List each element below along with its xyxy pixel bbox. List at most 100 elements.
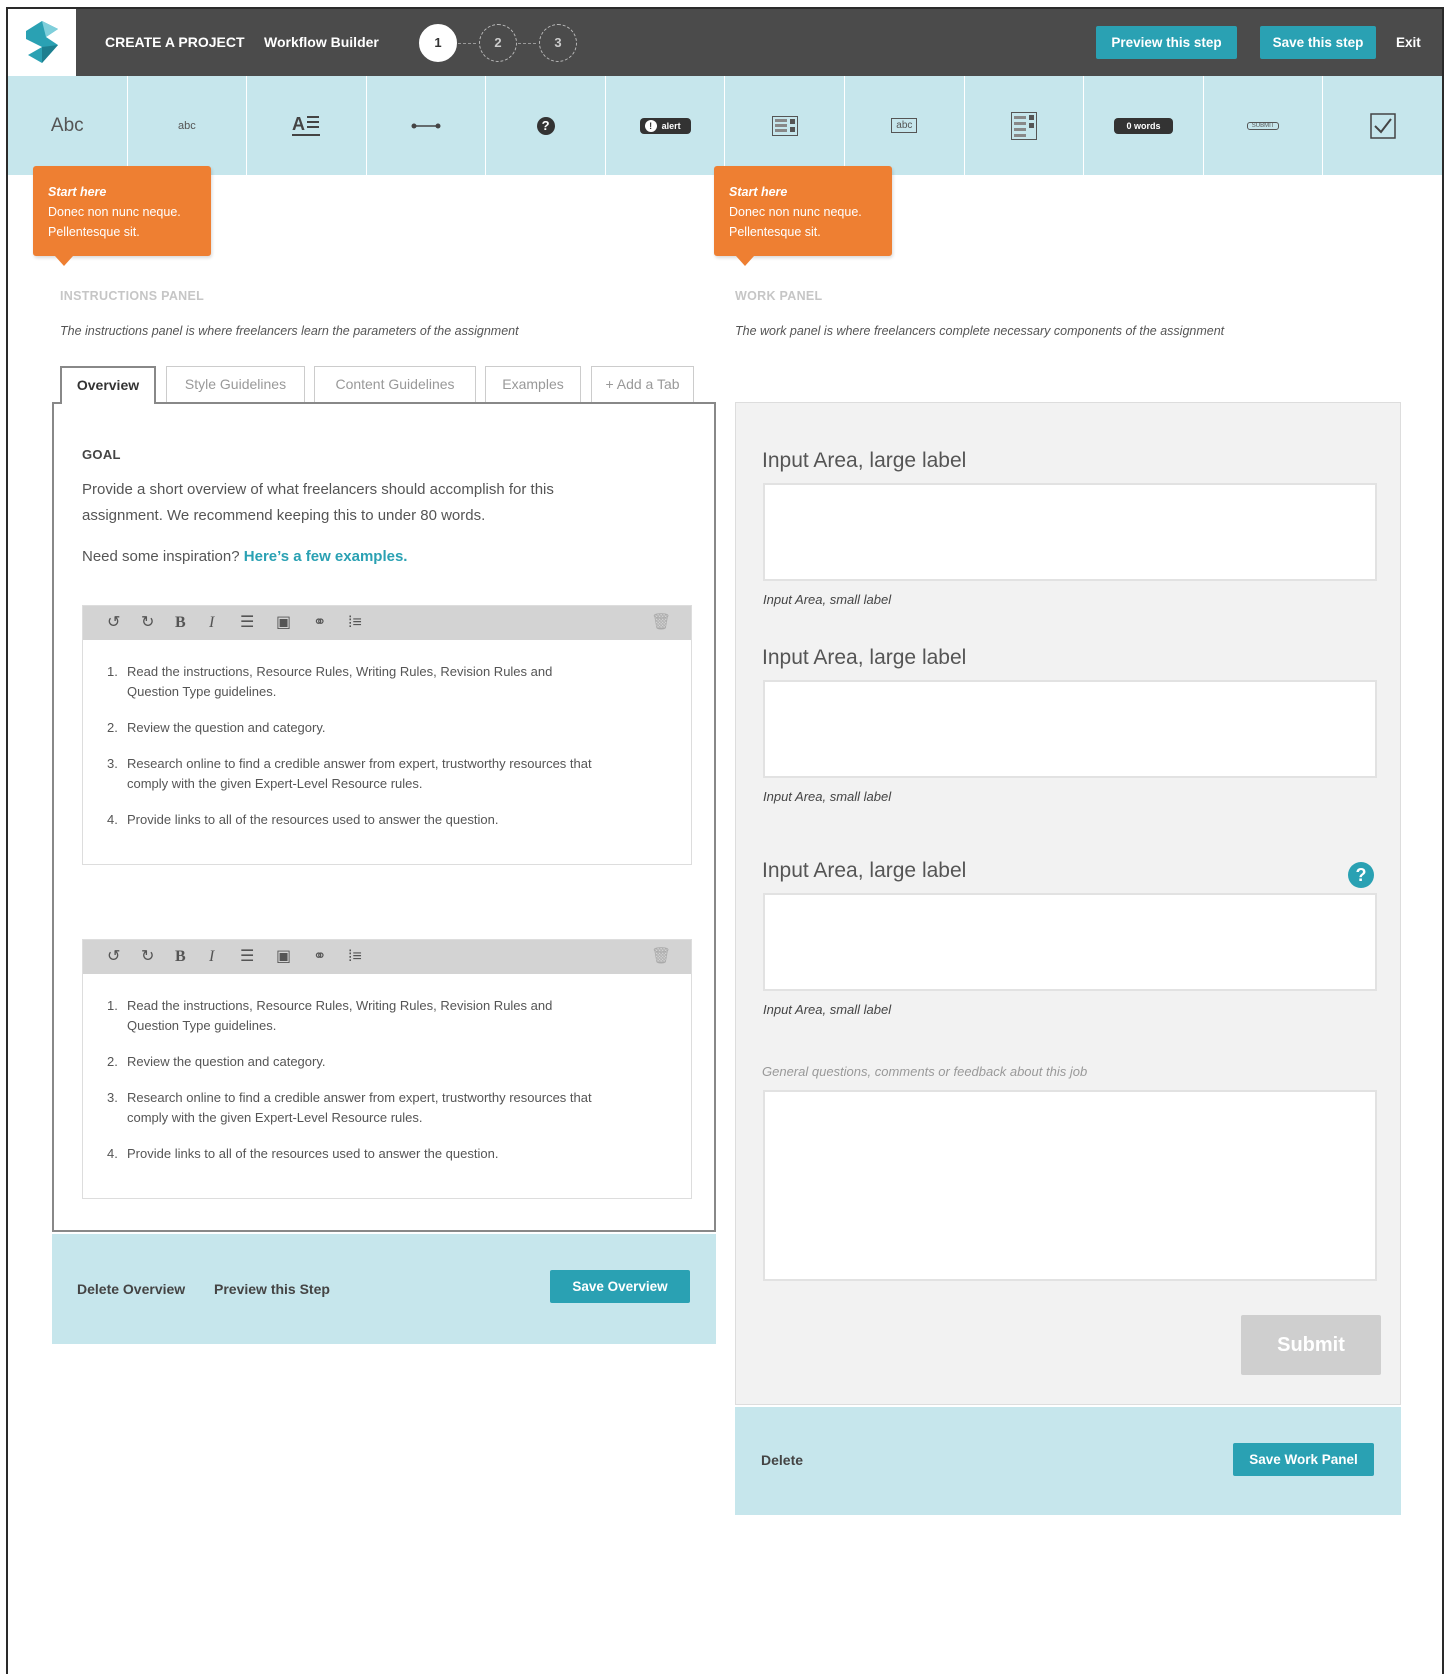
tool-form-columns[interactable] [965,76,1085,175]
app-frame: CREATE A PROJECT Workflow Builder 1 2 3 … [6,7,1444,1674]
rich-text-editor[interactable]: ↺ ↻ B I ☰ ▣ ⚭ ⁞≡ 🗑 1. Read the instructio… [82,939,692,1199]
heading-text-icon: Abc [50,114,84,136]
input-small-label: Input Area, small label [763,789,892,804]
tool-form-grid[interactable] [725,76,846,175]
link-icon[interactable]: ⚭ [313,606,326,640]
tool-paragraph-text[interactable]: A [247,76,367,175]
preview-step-link[interactable]: Preview this Step [214,1281,330,1297]
input-area[interactable] [763,483,1377,581]
bullet-list-icon[interactable]: ☰ [240,606,254,640]
help-icon: ? [536,116,555,135]
tool-heading-text[interactable]: Abc [8,76,128,175]
callout-line: Donec non nunc neque. [729,205,862,219]
bold-icon[interactable]: B [175,940,186,974]
undo-icon[interactable]: ↺ [107,606,120,640]
alert-icon-label: alert [661,120,681,131]
component-toolbar: Abc abc A ? ! alert abc 0 words SUBMIT [8,76,1442,175]
instructions-panel-label: INSTRUCTIONS PANEL [60,289,205,303]
tab-style-guidelines[interactable]: Style Guidelines [166,366,305,402]
editor-content-list: 1. Read the instructions, Resource Rules,… [83,640,691,830]
callout-title: Start here [48,185,107,199]
editor-toolbar: ↺ ↻ B I ☰ ▣ ⚭ ⁞≡ 🗑 [83,940,691,974]
tab-add-tab[interactable]: + Add a Tab [591,366,694,402]
tool-word-count[interactable]: 0 words [1084,76,1204,175]
callout-line: Donec non nunc neque. [48,205,181,219]
numbered-list-icon[interactable]: ⁞≡ [348,606,362,640]
step-3[interactable]: 3 [539,24,577,62]
bullet-list-icon[interactable]: ☰ [240,940,254,974]
tool-divider[interactable] [367,76,487,175]
submit-button[interactable]: Submit [1241,1315,1381,1375]
start-here-callout-instructions: Start here Donec non nunc neque. Pellent… [33,166,211,266]
bold-icon[interactable]: B [175,606,186,640]
tab-content-guidelines[interactable]: Content Guidelines [314,366,476,402]
exit-link[interactable]: Exit [1396,26,1421,59]
help-icon[interactable]: ? [1348,862,1374,888]
step-connector [518,43,536,44]
tab-overview[interactable]: Overview [60,366,156,404]
numbered-list-icon[interactable]: ⁞≡ [348,940,362,974]
list-item: 2. Review the question and category. [107,720,326,735]
list-item: 1. Read the instructions, Resource Rules,… [107,998,553,1033]
alert-icon: ! alert [639,117,691,134]
tool-alert[interactable]: ! alert [606,76,726,175]
list-item: 4. Provide links to all of the resources … [107,1146,499,1161]
link-icon[interactable]: ⚭ [313,940,326,974]
image-icon[interactable]: ▣ [276,606,291,640]
work-panel-description: The work panel is where freelancers comp… [735,324,1225,338]
project-title: CREATE A PROJECT [105,34,245,50]
inspiration-prefix: Need some inspiration? [82,548,244,565]
logo-icon [26,21,58,63]
save-work-panel-button[interactable]: Save Work Panel [1233,1443,1374,1476]
preview-step-button[interactable]: Preview this step [1096,26,1237,59]
tool-checkbox[interactable] [1323,76,1442,175]
step-1[interactable]: 1 [419,24,457,62]
tab-examples[interactable]: Examples [485,366,581,402]
tool-help[interactable]: ? [486,76,606,175]
examples-link[interactable]: Here’s a few examples. [244,548,408,565]
save-step-button[interactable]: Save this step [1260,26,1376,59]
work-footer: Delete Save Work Panel [735,1407,1401,1515]
list-item: 3. Research online to find a credible ans… [107,1090,592,1125]
logo[interactable] [8,9,76,76]
trash-icon[interactable]: 🗑 [651,940,671,974]
instructions-panel: GOAL Provide a short overview of what fr… [52,402,716,1232]
input-area[interactable] [763,680,1377,778]
delete-overview-link[interactable]: Delete Overview [77,1281,185,1297]
step-2[interactable]: 2 [479,24,517,62]
text-input-icon: abc [891,118,918,133]
rich-text-editor[interactable]: ↺ ↻ B I ☰ ▣ ⚭ ⁞≡ 🗑 1. Read the instructio… [82,605,692,865]
work-panel-label: WORK PANEL [735,289,823,303]
checkbox-icon [1369,112,1396,139]
image-icon[interactable]: ▣ [276,940,291,974]
editor-content-list: 1. Read the instructions, Resource Rules,… [83,974,691,1164]
form-columns-icon [1010,111,1037,140]
tool-body-text[interactable]: abc [128,76,248,175]
svg-text:A: A [292,114,305,134]
work-panel: Input Area, large label Input Area, smal… [735,402,1401,1405]
comments-textarea[interactable] [763,1090,1377,1281]
italic-icon[interactable]: I [209,606,214,640]
callout-title: Start here [729,185,788,199]
italic-icon[interactable]: I [209,940,214,974]
inspiration-text: Need some inspiration? Here’s a few exam… [82,548,407,565]
tool-submit-button[interactable]: SUBMIT [1204,76,1324,175]
divider-icon [411,123,441,128]
body-text-icon: abc [177,119,196,132]
paragraph-text-icon: A [292,114,321,136]
input-large-label: Input Area, large label [762,449,967,472]
delete-work-panel-link[interactable]: Delete [761,1452,803,1468]
redo-icon[interactable]: ↻ [141,606,154,640]
tool-text-input[interactable]: abc [845,76,965,175]
undo-icon[interactable]: ↺ [107,940,120,974]
save-overview-button[interactable]: Save Overview [550,1270,690,1303]
start-here-callout-work: Start here Donec non nunc neque. Pellent… [714,166,892,266]
goal-heading: GOAL [82,447,121,462]
trash-icon[interactable]: 🗑 [651,606,671,640]
instructions-panel-description: The instructions panel is where freelanc… [60,324,519,338]
input-area[interactable] [763,893,1377,991]
goal-text: Provide a short overview of what freelan… [82,481,554,524]
redo-icon[interactable]: ↻ [141,940,154,974]
input-large-label: Input Area, large label [762,646,967,669]
list-item: 3. Research online to find a credible ans… [107,756,592,791]
